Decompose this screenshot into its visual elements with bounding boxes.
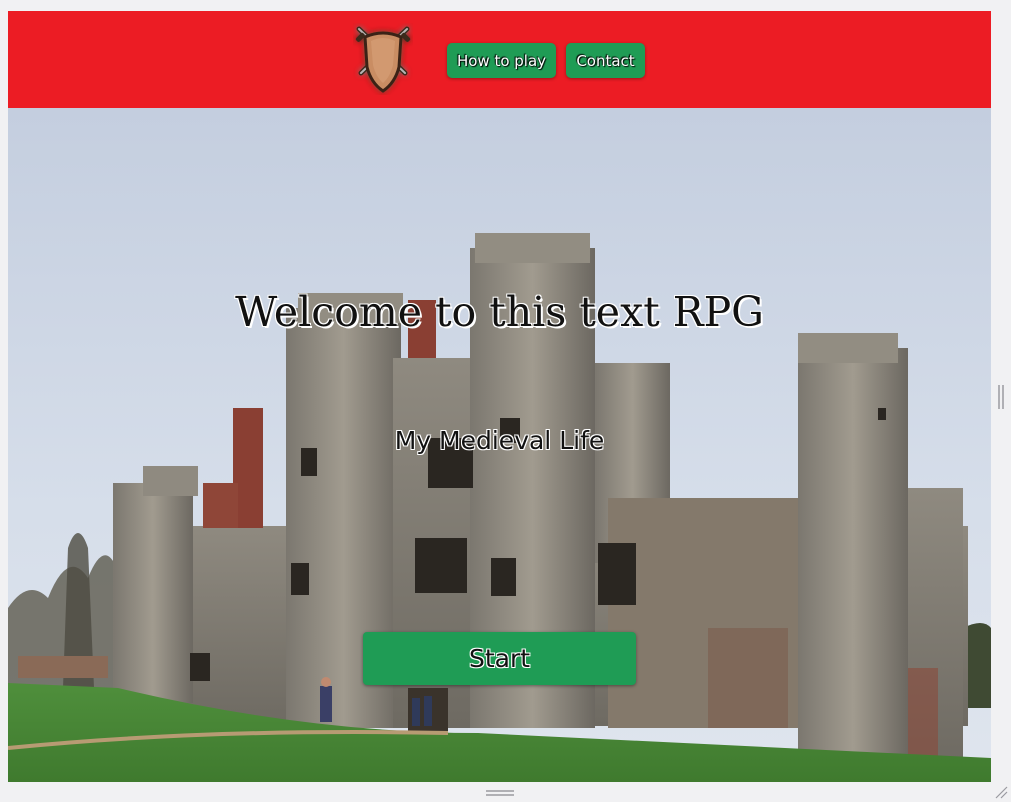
page-subtitle: My Medieval Life <box>394 426 605 455</box>
resize-corner-icon[interactable] <box>994 785 1008 799</box>
contact-button[interactable]: Contact <box>566 43 645 78</box>
shield-crossed-swords-icon[interactable] <box>353 23 413 95</box>
resize-handle-icon[interactable] <box>486 789 514 797</box>
start-button[interactable]: Start <box>363 632 636 685</box>
site-header: How to play Contact <box>8 11 991 108</box>
how-to-play-button[interactable]: How to play <box>447 43 556 78</box>
page-frame: How to play Contact Welcome to this text… <box>8 11 991 782</box>
scroll-handle-icon[interactable] <box>997 385 1005 409</box>
page-title: Welcome to this text RPG <box>235 288 764 336</box>
hero-section: Welcome to this text RPG My Medieval Lif… <box>8 108 991 782</box>
